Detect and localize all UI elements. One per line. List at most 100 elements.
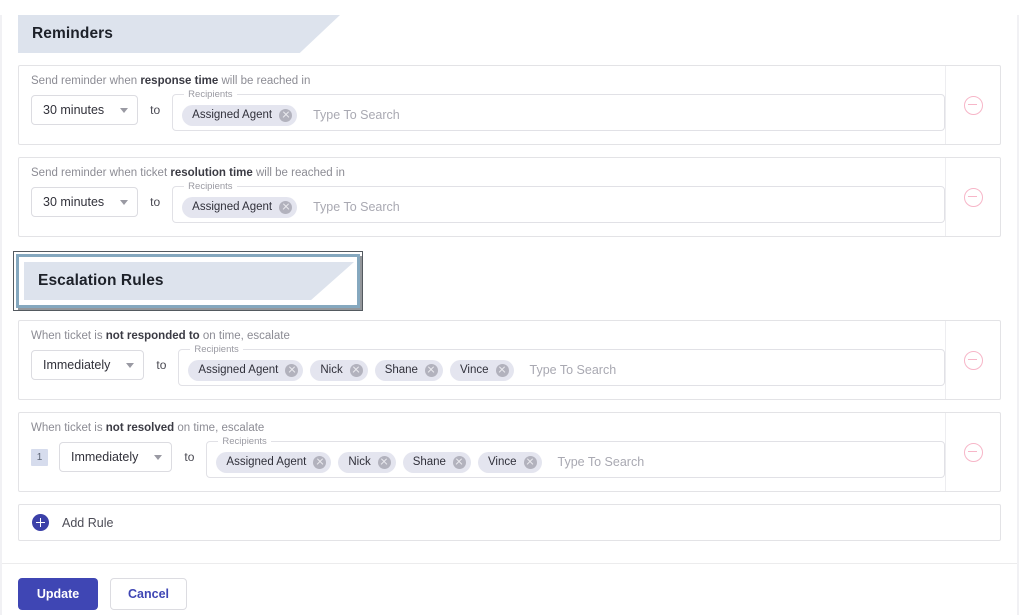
rule-description-pre: When ticket is bbox=[31, 330, 106, 342]
recipients-legend: Recipients bbox=[188, 89, 233, 100]
recipients-field[interactable]: Recipients Assigned Agent Nick Shane Vince Ty… bbox=[178, 344, 945, 386]
recipients-search-placeholder[interactable]: Type To Search bbox=[313, 108, 400, 122]
section-header-band: Reminders bbox=[18, 15, 340, 53]
rule-description-post: will be reached in bbox=[218, 75, 311, 87]
rule-description-pre: When ticket is bbox=[31, 422, 106, 434]
chip-remove-icon[interactable] bbox=[377, 455, 391, 469]
recipient-chip-label: Assigned Agent bbox=[192, 201, 273, 213]
recipients-legend: Recipients bbox=[188, 181, 233, 192]
recipient-chip-label: Shane bbox=[412, 456, 446, 468]
recipients-field[interactable]: Recipients Assigned Agent Nick Shane Vince Ty… bbox=[206, 436, 945, 478]
recipient-chip[interactable]: Assigned Agent bbox=[182, 196, 298, 218]
chip-remove-icon[interactable] bbox=[285, 363, 299, 377]
chip-remove-icon[interactable] bbox=[279, 200, 293, 214]
delay-select[interactable]: 30 minutes bbox=[31, 95, 139, 125]
recipient-chip[interactable]: Nick bbox=[310, 359, 368, 381]
recipients-legend: Recipients bbox=[194, 344, 239, 355]
section-title: Escalation Rules bbox=[38, 272, 164, 289]
cancel-button[interactable]: Cancel bbox=[110, 578, 187, 610]
connector-label: to bbox=[150, 195, 161, 209]
connector-label: to bbox=[150, 103, 161, 117]
chip-remove-icon[interactable] bbox=[279, 108, 293, 122]
chip-remove-icon[interactable] bbox=[313, 455, 327, 469]
recipients-search-placeholder[interactable]: Type To Search bbox=[313, 200, 400, 214]
section-header-wrap: Reminders bbox=[18, 15, 1017, 53]
rule-controls-row: 1 Immediately to Recipients Assigned Agent Ni… bbox=[31, 436, 945, 478]
delay-select-value: 30 minutes bbox=[43, 195, 105, 209]
recipient-chip[interactable]: Vince bbox=[449, 359, 514, 381]
rule-description: Send reminder when ticket resolution tim… bbox=[31, 167, 945, 179]
chip-remove-icon[interactable] bbox=[495, 363, 509, 377]
rule-description: When ticket is not resolved on time, esc… bbox=[31, 422, 945, 434]
update-button[interactable]: Update bbox=[18, 578, 98, 610]
recipient-chip[interactable]: Nick bbox=[338, 451, 396, 473]
recipient-chip-label: Assigned Agent bbox=[198, 364, 279, 376]
minus-circle-icon[interactable] bbox=[963, 350, 983, 370]
rule-remove-cell bbox=[945, 413, 1000, 491]
recipient-chip[interactable]: Assigned Agent bbox=[216, 451, 332, 473]
section-header-highlighted[interactable]: Escalation Rules bbox=[13, 251, 363, 311]
recipients-search-placeholder[interactable]: Type To Search bbox=[558, 455, 645, 469]
rule-controls-row: Immediately to Recipients Assigned Agent Nic… bbox=[31, 344, 945, 386]
settings-page: Reminders Send reminder when response tim… bbox=[0, 15, 1019, 615]
recipient-chip-list: Assigned Agent Type To Search bbox=[182, 196, 400, 218]
recipients-field[interactable]: Recipients Assigned Agent Type To Search bbox=[172, 181, 945, 223]
rule-card-body: When ticket is not resolved on time, esc… bbox=[19, 413, 945, 491]
rule-card: When ticket is not responded to on time,… bbox=[18, 320, 1001, 400]
recipient-chip[interactable]: Assigned Agent bbox=[188, 359, 304, 381]
recipient-chip-label: Assigned Agent bbox=[192, 109, 273, 121]
rule-card: Send reminder when response time will be… bbox=[18, 65, 1001, 145]
rule-description-pre: Send reminder when ticket bbox=[31, 167, 171, 179]
recipients-search-placeholder[interactable]: Type To Search bbox=[530, 363, 617, 377]
rule-card-body: Send reminder when ticket resolution tim… bbox=[19, 158, 945, 236]
delay-select[interactable]: Immediately bbox=[59, 442, 173, 472]
rule-description-emphasis: response time bbox=[140, 75, 219, 87]
minus-circle-icon[interactable] bbox=[963, 95, 983, 115]
add-rule-label: Add Rule bbox=[62, 515, 114, 530]
rule-remove-cell bbox=[945, 158, 1000, 236]
recipient-chip-label: Nick bbox=[348, 456, 371, 468]
chevron-down-icon bbox=[120, 107, 129, 113]
chip-remove-icon[interactable] bbox=[523, 455, 537, 469]
delay-select[interactable]: Immediately bbox=[31, 350, 145, 380]
recipient-chip-list: Assigned Agent Nick Shane Vince Type To Sear… bbox=[188, 359, 617, 381]
rule-card: Send reminder when ticket resolution tim… bbox=[18, 157, 1001, 237]
recipient-chip[interactable]: Assigned Agent bbox=[182, 104, 298, 126]
rule-card-body: Send reminder when response time will be… bbox=[19, 66, 945, 144]
chip-remove-icon[interactable] bbox=[349, 363, 363, 377]
recipient-chip-label: Vince bbox=[459, 364, 489, 376]
recipient-chip-label: Nick bbox=[320, 364, 343, 376]
connector-label: to bbox=[184, 450, 195, 464]
rule-description-post: on time, escalate bbox=[199, 330, 290, 342]
delay-select[interactable]: 30 minutes bbox=[31, 187, 139, 217]
chip-remove-icon[interactable] bbox=[424, 363, 438, 377]
rule-controls-row: 30 minutes to Recipients Assigned Agent Type… bbox=[31, 181, 945, 223]
section-header-band: Escalation Rules bbox=[24, 262, 354, 300]
minus-circle-icon[interactable] bbox=[963, 187, 983, 207]
recipient-chip-label: Vince bbox=[487, 456, 517, 468]
minus-circle-icon[interactable] bbox=[963, 442, 983, 462]
recipient-chip[interactable]: Shane bbox=[402, 451, 471, 473]
connector-label: to bbox=[156, 358, 167, 372]
rule-order-badge: 1 bbox=[31, 448, 48, 466]
rule-controls-row: 30 minutes to Recipients Assigned Agent Type… bbox=[31, 89, 945, 131]
recipient-chip-label: Assigned Agent bbox=[226, 456, 307, 468]
recipient-chip[interactable]: Vince bbox=[477, 451, 542, 473]
footer-actions: Update Cancel bbox=[2, 564, 1017, 610]
recipient-chip-list: Assigned Agent Nick Shane Vince Type To Sear… bbox=[216, 451, 645, 473]
sections-container: Reminders Send reminder when response tim… bbox=[2, 15, 1017, 541]
recipient-chip[interactable]: Shane bbox=[374, 359, 443, 381]
rule-description-pre: Send reminder when bbox=[31, 75, 141, 87]
add-rule-row[interactable]: Add Rule bbox=[18, 504, 1001, 541]
rule-description: When ticket is not responded to on time,… bbox=[31, 330, 945, 342]
rule-remove-cell bbox=[945, 66, 1000, 144]
rule-description-emphasis: resolution time bbox=[170, 167, 253, 179]
rule-description-emphasis: not resolved bbox=[105, 422, 175, 434]
chevron-down-icon bbox=[120, 199, 129, 205]
rule-card: When ticket is not resolved on time, esc… bbox=[18, 412, 1001, 492]
chip-remove-icon[interactable] bbox=[452, 455, 466, 469]
recipient-chip-label: Shane bbox=[384, 364, 418, 376]
recipients-field[interactable]: Recipients Assigned Agent Type To Search bbox=[172, 89, 945, 131]
chevron-down-icon bbox=[126, 362, 135, 368]
recipient-chip-list: Assigned Agent Type To Search bbox=[182, 104, 400, 126]
